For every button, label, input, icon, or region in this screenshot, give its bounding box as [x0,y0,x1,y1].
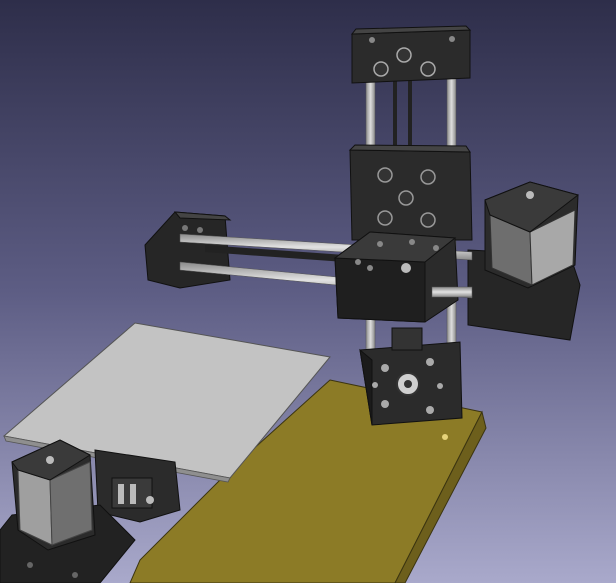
y-carriage[interactable] [94,449,181,523]
3d-viewport[interactable] [0,0,616,583]
z-carriage-block[interactable] [348,144,473,241]
x-stepper-motor[interactable] [467,181,581,341]
z-top-bracket[interactable] [350,25,472,84]
